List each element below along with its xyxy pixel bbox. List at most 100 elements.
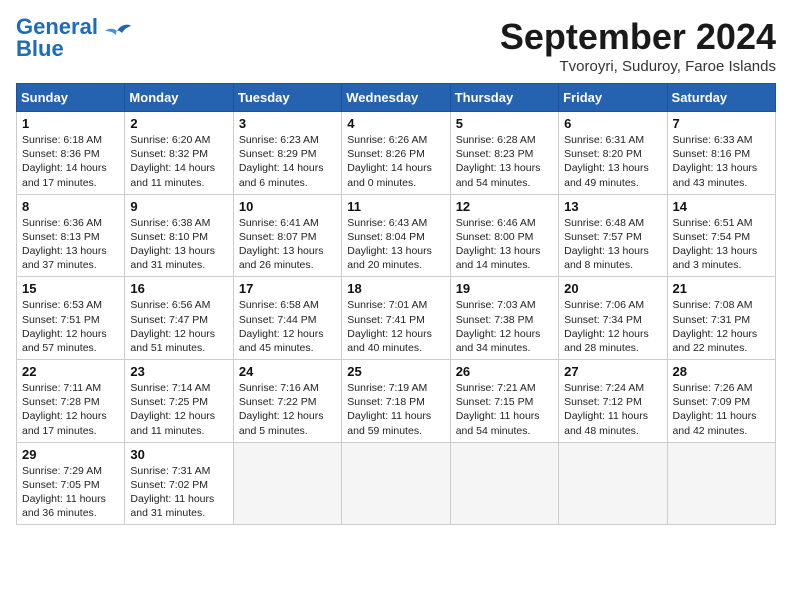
day-number: 22 xyxy=(22,364,119,379)
logo-text: General Blue xyxy=(16,16,98,60)
logo: General Blue xyxy=(16,16,132,60)
calendar-day: 24 Sunrise: 7:16 AMSunset: 7:22 PMDayligh… xyxy=(233,360,341,443)
day-number: 19 xyxy=(456,281,553,296)
calendar-day: 17 Sunrise: 6:58 AMSunset: 7:44 PMDayligh… xyxy=(233,277,341,360)
calendar-day xyxy=(342,442,450,525)
calendar-day: 25 Sunrise: 7:19 AMSunset: 7:18 PMDayligh… xyxy=(342,360,450,443)
calendar-day: 7 Sunrise: 6:33 AMSunset: 8:16 PMDaylight… xyxy=(667,112,775,195)
day-number: 25 xyxy=(347,364,444,379)
day-info: Sunrise: 6:51 AMSunset: 7:54 PMDaylight:… xyxy=(673,216,770,273)
day-info: Sunrise: 6:46 AMSunset: 8:00 PMDaylight:… xyxy=(456,216,553,273)
title-block: September 2024 Tvoroyri, Suduroy, Faroe … xyxy=(500,16,776,75)
day-number: 11 xyxy=(347,199,444,214)
day-info: Sunrise: 7:06 AMSunset: 7:34 PMDaylight:… xyxy=(564,298,661,355)
day-info: Sunrise: 7:19 AMSunset: 7:18 PMDaylight:… xyxy=(347,381,444,438)
day-info: Sunrise: 7:21 AMSunset: 7:15 PMDaylight:… xyxy=(456,381,553,438)
day-info: Sunrise: 6:41 AMSunset: 8:07 PMDaylight:… xyxy=(239,216,336,273)
day-info: Sunrise: 6:26 AMSunset: 8:26 PMDaylight:… xyxy=(347,133,444,190)
day-number: 13 xyxy=(564,199,661,214)
calendar-day: 22 Sunrise: 7:11 AMSunset: 7:28 PMDayligh… xyxy=(17,360,125,443)
day-info: Sunrise: 7:29 AMSunset: 7:05 PMDaylight:… xyxy=(22,464,119,521)
day-number: 29 xyxy=(22,447,119,462)
calendar-day: 10 Sunrise: 6:41 AMSunset: 8:07 PMDayligh… xyxy=(233,194,341,277)
calendar-day: 13 Sunrise: 6:48 AMSunset: 7:57 PMDayligh… xyxy=(559,194,667,277)
day-info: Sunrise: 6:48 AMSunset: 7:57 PMDaylight:… xyxy=(564,216,661,273)
day-info: Sunrise: 7:11 AMSunset: 7:28 PMDaylight:… xyxy=(22,381,119,438)
day-number: 17 xyxy=(239,281,336,296)
day-number: 30 xyxy=(130,447,227,462)
day-info: Sunrise: 7:03 AMSunset: 7:38 PMDaylight:… xyxy=(456,298,553,355)
day-number: 14 xyxy=(673,199,770,214)
day-info: Sunrise: 6:31 AMSunset: 8:20 PMDaylight:… xyxy=(564,133,661,190)
calendar-day: 16 Sunrise: 6:56 AMSunset: 7:47 PMDayligh… xyxy=(125,277,233,360)
calendar-day: 1 Sunrise: 6:18 AMSunset: 8:36 PMDaylight… xyxy=(17,112,125,195)
day-number: 1 xyxy=(22,116,119,131)
week-row: 22 Sunrise: 7:11 AMSunset: 7:28 PMDayligh… xyxy=(17,360,776,443)
day-info: Sunrise: 6:43 AMSunset: 8:04 PMDaylight:… xyxy=(347,216,444,273)
calendar-day: 2 Sunrise: 6:20 AMSunset: 8:32 PMDaylight… xyxy=(125,112,233,195)
day-info: Sunrise: 6:53 AMSunset: 7:51 PMDaylight:… xyxy=(22,298,119,355)
calendar-day: 15 Sunrise: 6:53 AMSunset: 7:51 PMDayligh… xyxy=(17,277,125,360)
day-number: 2 xyxy=(130,116,227,131)
day-number: 21 xyxy=(673,281,770,296)
day-info: Sunrise: 6:28 AMSunset: 8:23 PMDaylight:… xyxy=(456,133,553,190)
calendar-day: 9Sunrise: 6:38 AMSunset: 8:10 PMDaylight… xyxy=(125,194,233,277)
weekday-header: Friday xyxy=(559,84,667,112)
calendar-day: 6 Sunrise: 6:31 AMSunset: 8:20 PMDaylight… xyxy=(559,112,667,195)
calendar-day: 8 Sunrise: 6:36 AMSunset: 8:13 PMDaylight… xyxy=(17,194,125,277)
calendar-day: 11 Sunrise: 6:43 AMSunset: 8:04 PMDayligh… xyxy=(342,194,450,277)
day-info: Sunrise: 7:26 AMSunset: 7:09 PMDaylight:… xyxy=(673,381,770,438)
calendar-day: 29 Sunrise: 7:29 AMSunset: 7:05 PMDayligh… xyxy=(17,442,125,525)
day-info: Sunrise: 6:58 AMSunset: 7:44 PMDaylight:… xyxy=(239,298,336,355)
logo-bird-icon xyxy=(102,23,132,45)
calendar-day: 30 Sunrise: 7:31 AMSunset: 7:02 PMDayligh… xyxy=(125,442,233,525)
day-info: Sunrise: 7:31 AMSunset: 7:02 PMDaylight:… xyxy=(130,464,227,521)
day-info: Sunrise: 6:20 AMSunset: 8:32 PMDaylight:… xyxy=(130,133,227,190)
location-subtitle: Tvoroyri, Suduroy, Faroe Islands xyxy=(500,58,776,75)
weekday-header: Thursday xyxy=(450,84,558,112)
week-row: 15 Sunrise: 6:53 AMSunset: 7:51 PMDayligh… xyxy=(17,277,776,360)
calendar-day: 5 Sunrise: 6:28 AMSunset: 8:23 PMDaylight… xyxy=(450,112,558,195)
day-number: 5 xyxy=(456,116,553,131)
week-row: 8 Sunrise: 6:36 AMSunset: 8:13 PMDaylight… xyxy=(17,194,776,277)
calendar-day: 28 Sunrise: 7:26 AMSunset: 7:09 PMDayligh… xyxy=(667,360,775,443)
month-title: September 2024 xyxy=(500,16,776,58)
day-number: 15 xyxy=(22,281,119,296)
weekday-header: Saturday xyxy=(667,84,775,112)
calendar-day: 3Sunrise: 6:23 AMSunset: 8:29 PMDaylight… xyxy=(233,112,341,195)
day-number: 20 xyxy=(564,281,661,296)
calendar-day: 26 Sunrise: 7:21 AMSunset: 7:15 PMDayligh… xyxy=(450,360,558,443)
day-info: Sunrise: 7:16 AMSunset: 7:22 PMDaylight:… xyxy=(239,381,336,438)
day-number: 7 xyxy=(673,116,770,131)
calendar-day: 4 Sunrise: 6:26 AMSunset: 8:26 PMDaylight… xyxy=(342,112,450,195)
day-number: 8 xyxy=(22,199,119,214)
day-info: Sunrise: 6:56 AMSunset: 7:47 PMDaylight:… xyxy=(130,298,227,355)
calendar-table: SundayMondayTuesdayWednesdayThursdayFrid… xyxy=(16,83,776,525)
week-row: 29 Sunrise: 7:29 AMSunset: 7:05 PMDayligh… xyxy=(17,442,776,525)
day-number: 3 xyxy=(239,116,336,131)
day-number: 10 xyxy=(239,199,336,214)
week-row: 1 Sunrise: 6:18 AMSunset: 8:36 PMDaylight… xyxy=(17,112,776,195)
day-info: Sunrise: 6:33 AMSunset: 8:16 PMDaylight:… xyxy=(673,133,770,190)
weekday-header-row: SundayMondayTuesdayWednesdayThursdayFrid… xyxy=(17,84,776,112)
day-number: 9 xyxy=(130,199,227,214)
calendar-day: 20 Sunrise: 7:06 AMSunset: 7:34 PMDayligh… xyxy=(559,277,667,360)
day-number: 28 xyxy=(673,364,770,379)
day-number: 24 xyxy=(239,364,336,379)
day-info: Sunrise: 7:08 AMSunset: 7:31 PMDaylight:… xyxy=(673,298,770,355)
day-number: 4 xyxy=(347,116,444,131)
day-number: 6 xyxy=(564,116,661,131)
day-info: Sunrise: 6:18 AMSunset: 8:36 PMDaylight:… xyxy=(22,133,119,190)
day-number: 23 xyxy=(130,364,227,379)
day-number: 16 xyxy=(130,281,227,296)
weekday-header: Tuesday xyxy=(233,84,341,112)
day-number: 12 xyxy=(456,199,553,214)
page-header: General Blue September 2024 Tvoroyri, Su… xyxy=(16,16,776,75)
day-info: Sunrise: 6:36 AMSunset: 8:13 PMDaylight:… xyxy=(22,216,119,273)
calendar-day xyxy=(233,442,341,525)
day-number: 26 xyxy=(456,364,553,379)
day-number: 27 xyxy=(564,364,661,379)
calendar-day: 27 Sunrise: 7:24 AMSunset: 7:12 PMDayligh… xyxy=(559,360,667,443)
calendar-day: 14 Sunrise: 6:51 AMSunset: 7:54 PMDayligh… xyxy=(667,194,775,277)
day-info: Sunrise: 7:24 AMSunset: 7:12 PMDaylight:… xyxy=(564,381,661,438)
